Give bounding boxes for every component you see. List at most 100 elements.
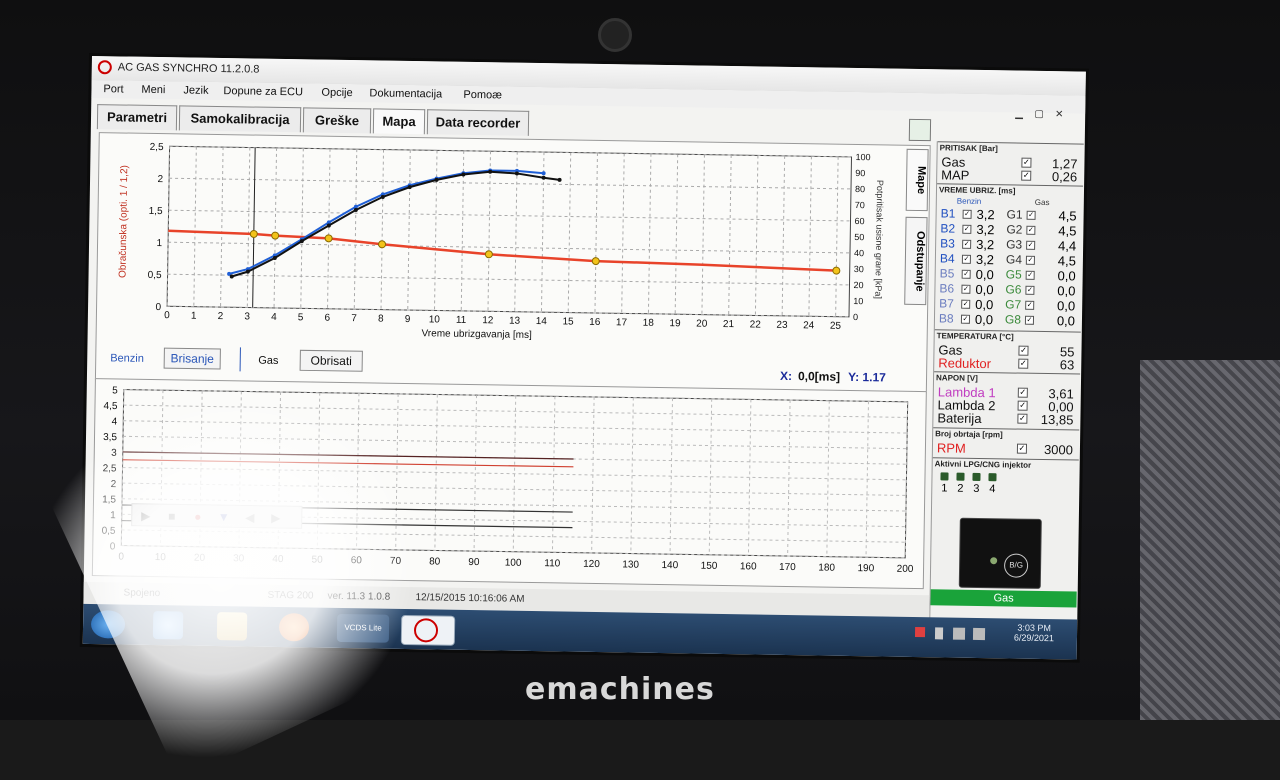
minimize-icon[interactable]: ▁ bbox=[1009, 108, 1029, 119]
tab-mapa[interactable]: Mapa bbox=[373, 108, 425, 134]
ac-gas-taskbar-button[interactable] bbox=[401, 615, 455, 646]
lambda1-checkbox[interactable]: ✓ bbox=[1018, 388, 1028, 398]
rpm-checkbox[interactable]: ✓ bbox=[1017, 444, 1027, 454]
correction-node[interactable] bbox=[485, 251, 492, 258]
media-player-icon[interactable] bbox=[279, 613, 309, 641]
baterija-checkbox[interactable]: ✓ bbox=[1017, 414, 1027, 424]
injector-number: 4 bbox=[986, 483, 998, 495]
benzin-checkbox[interactable]: ✓ bbox=[961, 282, 970, 294]
benzin-checkbox[interactable]: ✓ bbox=[962, 267, 971, 279]
x-tick-label: 60 bbox=[351, 555, 363, 566]
pressure-map-checkbox[interactable]: ✓ bbox=[1021, 171, 1031, 181]
x-tick-label: 12 bbox=[482, 315, 494, 326]
clock[interactable]: 3:03 PM 6/29/2021 bbox=[999, 622, 1069, 643]
maximize-icon[interactable]: ▢ bbox=[1029, 109, 1049, 120]
tab-parametri[interactable]: Parametri bbox=[97, 104, 177, 130]
benzin-checkbox[interactable]: ✓ bbox=[961, 297, 970, 309]
down-arrow-icon[interactable]: ▼ bbox=[218, 510, 230, 524]
correction-node[interactable] bbox=[272, 232, 279, 239]
vcds-taskbar-button[interactable]: VCDS Lite bbox=[337, 614, 389, 643]
side-tab-odstupanje[interactable]: Odstupanje bbox=[904, 217, 927, 305]
temp-reduktor-checkbox[interactable]: ✓ bbox=[1018, 359, 1028, 369]
gas-time: 0,0 bbox=[1057, 283, 1075, 295]
gas-checkbox[interactable]: ✓ bbox=[1025, 313, 1034, 325]
menu-opcije[interactable]: Opcije bbox=[321, 87, 352, 99]
close-icon[interactable]: ✕ bbox=[1049, 109, 1069, 120]
gas-checkbox[interactable]: ✓ bbox=[1026, 253, 1035, 265]
prev-icon[interactable]: ◀ bbox=[245, 510, 255, 524]
start-orb-icon[interactable] bbox=[91, 610, 125, 639]
benzin-channel: B8 bbox=[939, 311, 954, 323]
tab-data-recorder[interactable]: Data recorder bbox=[427, 109, 529, 136]
y-tick-label: 0,5 bbox=[102, 526, 117, 537]
explorer-icon[interactable] bbox=[217, 612, 247, 640]
menu-dopune[interactable]: Dopune za ECU bbox=[223, 85, 303, 98]
benzin-checkbox[interactable]: ✓ bbox=[963, 207, 972, 219]
injector-indicator: 3 bbox=[970, 473, 982, 495]
injection-row: B7✓0,0G7✓0,0 bbox=[935, 296, 1081, 311]
lambda2-checkbox[interactable]: ✓ bbox=[1018, 401, 1028, 411]
rpm-row: RPM✓3000 bbox=[933, 440, 1079, 455]
correction-node[interactable] bbox=[250, 230, 257, 237]
benzin-checkbox[interactable]: ✓ bbox=[962, 252, 971, 264]
menu-meni[interactable]: Meni bbox=[141, 84, 165, 96]
mode-badge[interactable]: B/G bbox=[1004, 553, 1028, 577]
tab-greske[interactable]: Greške bbox=[303, 107, 371, 133]
gas-label: Gas bbox=[258, 355, 279, 367]
aktivni-title: Aktivni LPG/CNG injektor bbox=[935, 459, 1032, 470]
next-icon[interactable]: ▶ bbox=[271, 511, 281, 525]
benzin-channel: B2 bbox=[940, 221, 955, 233]
x-tick-label: 11 bbox=[456, 315, 467, 326]
correction-node[interactable] bbox=[833, 267, 840, 274]
benzin-head: Benzin bbox=[957, 197, 982, 206]
benzin-channel: B7 bbox=[939, 296, 954, 308]
gas-checkbox[interactable]: ✓ bbox=[1027, 208, 1036, 220]
record-icon[interactable]: ● bbox=[194, 510, 201, 524]
clock-date: 6/29/2021 bbox=[999, 632, 1069, 643]
gas-checkbox[interactable]: ✓ bbox=[1025, 283, 1034, 295]
pressure-gas-checkbox[interactable]: ✓ bbox=[1021, 158, 1031, 168]
play-icon[interactable]: ▶ bbox=[141, 509, 151, 523]
pressure-map-value: 0,26 bbox=[1052, 169, 1078, 184]
x-tick-label: 18 bbox=[643, 318, 655, 329]
temp-gas-checkbox[interactable]: ✓ bbox=[1018, 346, 1028, 356]
mode-switch[interactable]: B/G bbox=[959, 518, 1042, 589]
menu-pomoc[interactable]: Pomoæ bbox=[463, 89, 502, 102]
napon-section: NAPON [V] Lambda 1✓3,61 Lambda 2✓0,00 Ba… bbox=[933, 371, 1080, 430]
correction-node[interactable] bbox=[592, 258, 599, 265]
battery-icon[interactable] bbox=[935, 627, 943, 639]
obrisati-button[interactable]: Obrisati bbox=[310, 353, 352, 368]
tab-samokalibracija[interactable]: Samokalibracija bbox=[179, 105, 301, 132]
gas-checkbox[interactable]: ✓ bbox=[1026, 238, 1035, 250]
menu-jezik[interactable]: Jezik bbox=[183, 84, 208, 96]
x-tick-label: 2 bbox=[218, 311, 224, 322]
mode-led-icon bbox=[990, 557, 997, 564]
side-tab-mape[interactable]: Mape bbox=[906, 149, 929, 211]
benzin-checkbox[interactable]: ✓ bbox=[962, 222, 971, 234]
network-icon[interactable] bbox=[953, 628, 965, 640]
y-tick-label: 0,5 bbox=[148, 270, 163, 281]
gas-checkbox[interactable]: ✓ bbox=[1026, 223, 1035, 235]
correction-node[interactable] bbox=[378, 241, 385, 248]
y2-tick-label: 90 bbox=[855, 168, 865, 178]
correction-node[interactable] bbox=[325, 235, 332, 242]
stop-icon[interactable]: ■ bbox=[168, 509, 175, 523]
menu-dokumentacija[interactable]: Dokumentacija bbox=[369, 87, 442, 100]
gas-checkbox[interactable]: ✓ bbox=[1026, 268, 1035, 280]
brisanje-button[interactable]: Brisanje bbox=[170, 351, 214, 366]
gas-channel: G5 bbox=[1006, 267, 1022, 279]
menu-port[interactable]: Port bbox=[103, 83, 123, 95]
volume-icon[interactable] bbox=[973, 628, 985, 640]
gas-checkbox[interactable]: ✓ bbox=[1025, 298, 1034, 310]
flag-icon[interactable] bbox=[915, 627, 925, 637]
x-tick-label: 22 bbox=[750, 319, 762, 330]
gauge-icon[interactable] bbox=[909, 119, 931, 141]
benzin-checkbox[interactable]: ✓ bbox=[962, 237, 971, 249]
x-tick-label: 21 bbox=[723, 319, 735, 330]
benzin-checkbox[interactable]: ✓ bbox=[961, 312, 970, 324]
window-controls: ▁▢✕ bbox=[1009, 108, 1079, 123]
ie-icon[interactable] bbox=[153, 611, 183, 639]
x-tick-label: 17 bbox=[616, 317, 628, 328]
injector-number: 3 bbox=[970, 483, 982, 495]
y2-tick-label: 10 bbox=[853, 296, 863, 306]
